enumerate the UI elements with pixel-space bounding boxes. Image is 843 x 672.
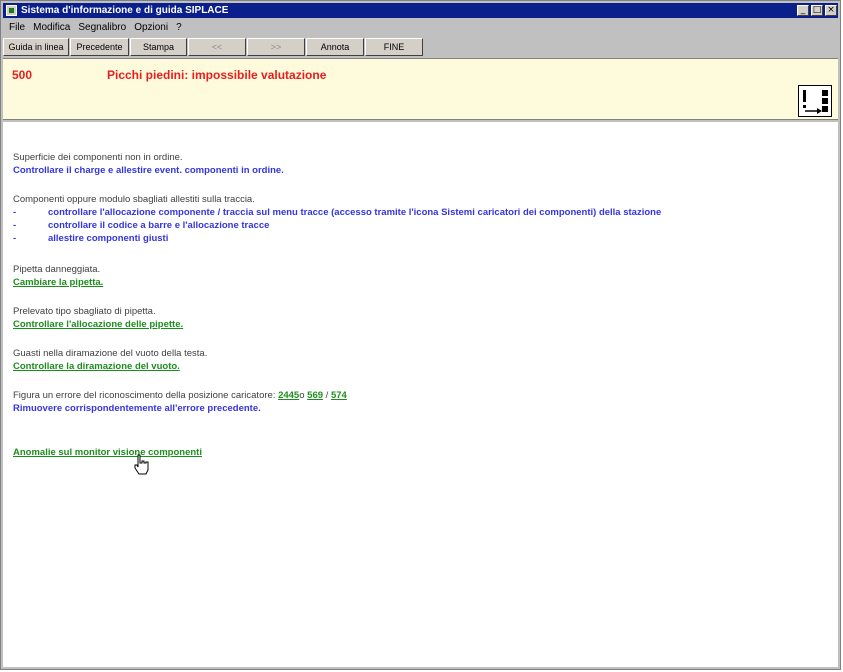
minimize-button[interactable]: _	[797, 5, 809, 16]
end-button[interactable]: FINE	[365, 38, 423, 56]
bullet-dash: -	[13, 220, 17, 231]
app-icon[interactable]	[6, 5, 17, 16]
cause-text: Componenti oppure modulo sbagliati alles…	[13, 194, 255, 205]
annotate-button[interactable]: Annota	[306, 38, 364, 56]
feeder-error-line: Figura un errore del riconoscimento dell…	[13, 390, 347, 401]
error-title: Picchi piedini: impossibile valutazione	[107, 68, 327, 82]
error-2445-link[interactable]: 2445	[278, 390, 299, 401]
hand-cursor-icon	[134, 454, 149, 475]
cause-text: Pipetta danneggiata.	[13, 264, 101, 275]
cause-text: Guasti nella diramazione del vuoto della…	[13, 348, 208, 359]
feeder-error-text: Figura un errore del riconoscimento dell…	[13, 390, 276, 401]
window-title: Sistema d'informazione e di guida SIPLAC…	[21, 5, 229, 16]
content-area: Superficie dei componenti non in ordine.…	[3, 122, 838, 667]
menu-file[interactable]: File	[9, 22, 25, 33]
action-text: Rimuovere corrispondentemente all'errore…	[13, 403, 261, 414]
menu-opzioni[interactable]: Opzioni	[134, 22, 168, 33]
check-pipette-allocation-link[interactable]: Controllare l'allocazione delle pipette.	[13, 319, 183, 330]
menu-help[interactable]: ?	[176, 22, 182, 33]
back-button[interactable]: <<	[188, 38, 246, 56]
error-code: 500	[12, 68, 33, 82]
error-574-link[interactable]: 574	[331, 390, 347, 401]
menu-segnalibro[interactable]: Segnalibro	[78, 22, 126, 33]
menu-modifica[interactable]: Modifica	[33, 22, 70, 33]
close-button[interactable]: ×	[825, 5, 837, 16]
action-bullet: controllare il codice a barre e l'alloca…	[48, 220, 270, 231]
action-text: Controllare il charge e allestire event.…	[13, 165, 284, 176]
error-569-link[interactable]: 569	[307, 390, 323, 401]
separator-text: o	[299, 390, 305, 401]
separator-text: /	[325, 390, 329, 401]
maximize-button[interactable]: □	[811, 5, 823, 16]
print-button[interactable]: Stampa	[130, 38, 187, 56]
bullet-dash: -	[13, 207, 17, 218]
cause-text: Prelevato tipo sbagliato di pipetta.	[13, 306, 156, 317]
action-bullet: allestire componenti giusti	[48, 233, 169, 244]
toolbar: Guida in linea Precedente Stampa << >> A…	[3, 37, 838, 57]
previous-button[interactable]: Precedente	[70, 38, 129, 56]
forward-button[interactable]: >>	[247, 38, 305, 56]
action-bullet: controllare l'allocazione componente / t…	[48, 207, 662, 218]
title-bar[interactable]: Sistema d'informazione e di guida SIPLAC…	[3, 3, 838, 18]
menu-bar: File Modifica Segnalibro Opzioni ?	[3, 19, 838, 35]
check-vacuum-link[interactable]: Controllare la diramazione del vuoto.	[13, 361, 180, 372]
cause-text: Superficie dei componenti non in ordine.	[13, 152, 183, 163]
help-online-button[interactable]: Guida in linea	[3, 38, 69, 56]
vision-monitor-anomalies-link[interactable]: Anomalie sul monitor visione componenti	[13, 447, 202, 458]
change-pipette-link[interactable]: Cambiare la pipetta.	[13, 277, 103, 288]
bullet-dash: -	[13, 233, 17, 244]
legend-icon[interactable]	[798, 85, 832, 117]
app-window: Sistema d'informazione e di guida SIPLAC…	[0, 0, 841, 670]
error-header: 500 Picchi piedini: impossibile valutazi…	[3, 58, 838, 120]
